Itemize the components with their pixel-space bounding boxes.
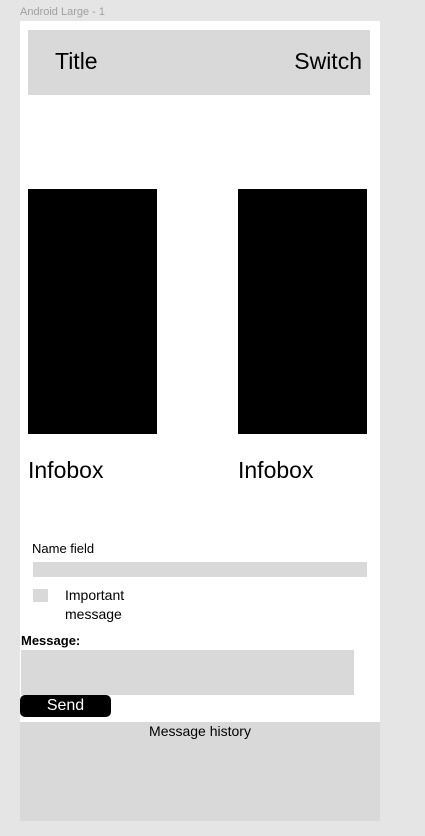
message-label: Message:	[21, 633, 81, 648]
send-button[interactable]: Send	[20, 695, 111, 717]
message-history-panel: Message history	[20, 722, 380, 821]
important-checkbox[interactable]	[33, 589, 48, 602]
name-field[interactable]	[33, 562, 367, 577]
important-message-label: Important message	[65, 587, 125, 622]
name-field-label: Name field	[32, 541, 95, 556]
infobox-image-1	[28, 189, 157, 434]
infobox-label-2: Infobox	[238, 457, 314, 483]
top-bar: Title Switch	[28, 30, 370, 95]
page-title: Title	[55, 48, 98, 74]
frame-label: Android Large - 1	[20, 6, 105, 18]
infobox-image-2	[238, 189, 367, 434]
infobox-label-1: Infobox	[28, 457, 104, 483]
message-history-label: Message history	[149, 723, 251, 739]
switch-toggle[interactable]: Switch	[294, 48, 362, 75]
message-field[interactable]	[21, 650, 354, 695]
app-frame: Title Switch Infobox Infobox Name field …	[20, 21, 380, 722]
